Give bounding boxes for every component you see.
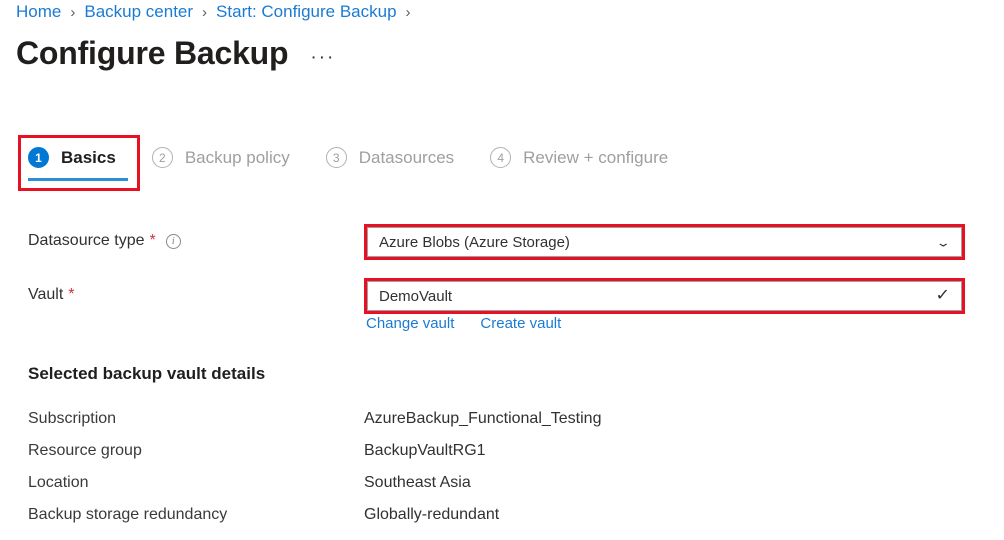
page-header: Configure Backup ··· bbox=[16, 36, 335, 71]
vault-label-text: Vault bbox=[28, 286, 63, 304]
step-number-badge: 3 bbox=[326, 147, 347, 168]
breadcrumb-item-start-configure-backup[interactable]: Start: Configure Backup bbox=[216, 2, 396, 22]
chevron-down-icon: ⌄ bbox=[936, 236, 952, 248]
detail-value: BackupVaultRG1 bbox=[364, 442, 486, 460]
wizard-step-label: Datasources bbox=[359, 148, 454, 168]
breadcrumb-item-home[interactable]: Home bbox=[16, 2, 61, 22]
vault-value: DemoVault bbox=[379, 288, 936, 305]
detail-row-location: Location Southeast Asia bbox=[28, 474, 968, 492]
detail-value: Southeast Asia bbox=[364, 474, 471, 492]
wizard-step-label: Review + configure bbox=[523, 148, 668, 168]
datasource-type-value: Azure Blobs (Azure Storage) bbox=[379, 234, 938, 251]
wizard-step-review-configure[interactable]: 4 Review + configure bbox=[490, 147, 668, 168]
wizard-step-basics[interactable]: 1 Basics bbox=[28, 147, 116, 168]
datasource-type-label-text: Datasource type bbox=[28, 232, 145, 250]
required-asterisk: * bbox=[68, 287, 74, 303]
create-vault-link[interactable]: Create vault bbox=[480, 315, 561, 332]
info-icon[interactable]: i bbox=[166, 234, 181, 249]
breadcrumb-separator-icon: › bbox=[70, 4, 75, 21]
detail-value: Globally-redundant bbox=[364, 506, 499, 524]
wizard-steps: 1 Basics 2 Backup policy 3 Datasources 4… bbox=[28, 147, 704, 168]
datasource-type-label: Datasource type * i bbox=[28, 232, 181, 250]
wizard-step-label: Backup policy bbox=[185, 148, 290, 168]
breadcrumb-separator-icon: › bbox=[406, 4, 411, 21]
detail-row-backup-storage-redundancy: Backup storage redundancy Globally-redun… bbox=[28, 506, 968, 524]
vault-select[interactable]: DemoVault ✓ bbox=[367, 281, 962, 311]
wizard-step-backup-policy[interactable]: 2 Backup policy bbox=[152, 147, 290, 168]
vault-label: Vault * bbox=[28, 286, 75, 304]
wizard-step-datasources[interactable]: 3 Datasources bbox=[326, 147, 454, 168]
detail-key: Subscription bbox=[28, 410, 364, 428]
detail-row-subscription: Subscription AzureBackup_Functional_Test… bbox=[28, 410, 968, 428]
step-number-badge: 1 bbox=[28, 147, 49, 168]
page-title: Configure Backup bbox=[16, 36, 288, 71]
checkmark-icon: ✓ bbox=[935, 288, 950, 304]
required-asterisk: * bbox=[150, 233, 156, 249]
step-number-badge: 2 bbox=[152, 147, 173, 168]
detail-key: Resource group bbox=[28, 442, 364, 460]
breadcrumb: Home › Backup center › Start: Configure … bbox=[16, 2, 420, 22]
active-step-underline bbox=[28, 178, 128, 181]
detail-key: Backup storage redundancy bbox=[28, 506, 364, 524]
datasource-type-select[interactable]: Azure Blobs (Azure Storage) ⌄ bbox=[367, 227, 962, 257]
step-number-badge: 4 bbox=[490, 147, 511, 168]
breadcrumb-item-backup-center[interactable]: Backup center bbox=[84, 2, 193, 22]
detail-key: Location bbox=[28, 474, 364, 492]
wizard-step-label: Basics bbox=[61, 148, 116, 168]
detail-row-resource-group: Resource group BackupVaultRG1 bbox=[28, 442, 968, 460]
change-vault-link[interactable]: Change vault bbox=[366, 315, 454, 332]
vault-actions: Change vault Create vault bbox=[366, 315, 587, 332]
vault-details-heading: Selected backup vault details bbox=[28, 364, 265, 384]
breadcrumb-separator-icon: › bbox=[202, 4, 207, 21]
detail-value: AzureBackup_Functional_Testing bbox=[364, 410, 601, 428]
more-actions-icon[interactable]: ··· bbox=[310, 48, 335, 67]
